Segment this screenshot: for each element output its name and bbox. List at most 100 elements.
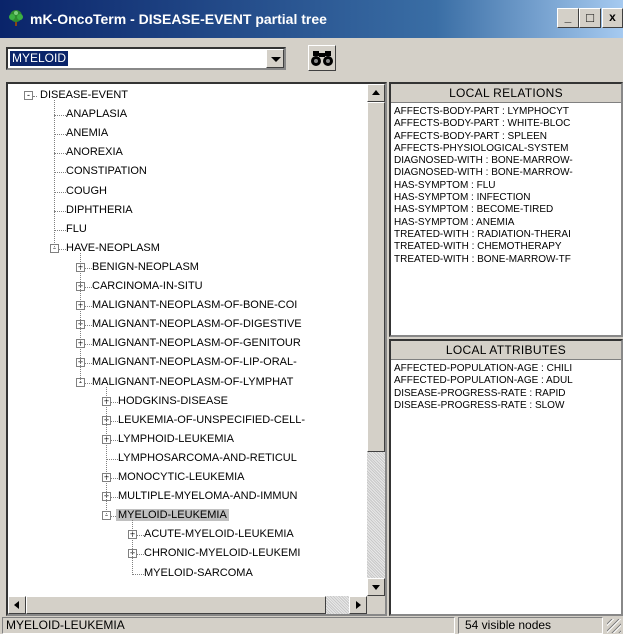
tree-node[interactable]: MALIGNANT-NEOPLASM-OF-LYMPHAT [90, 373, 295, 392]
local-relations-header: LOCAL RELATIONS [391, 84, 621, 103]
relations-item[interactable]: HAS-SYMPTOM : ANEMIA [394, 217, 573, 229]
tree-node[interactable]: FLU [64, 220, 89, 239]
maximize-icon: □ [586, 10, 594, 25]
status-selected-node: MYELOID-LEUKEMIA [2, 617, 455, 634]
tree-icon [9, 10, 23, 26]
hscroll-thumb[interactable] [26, 596, 326, 614]
tree-vertical-scrollbar[interactable] [367, 84, 385, 596]
local-relations-list[interactable]: AFFECTS-BODY-PART : LYMPHOCYT AFFECTS-BOD… [394, 106, 573, 266]
local-relations-panel: LOCAL RELATIONS AFFECTS-BODY-PART : LYMP… [389, 82, 623, 337]
attributes-item[interactable]: AFFECTED-POPULATION-AGE : CHILI [394, 363, 573, 375]
tree-node-label: COUGH [66, 184, 107, 197]
tree-node[interactable]: LYMPHOID-LEUKEMIA [116, 430, 236, 449]
local-attributes-list[interactable]: AFFECTED-POPULATION-AGE : CHILI AFFECTED-… [394, 363, 573, 412]
tree-node[interactable]: MYELOID-SARCOMA [142, 564, 255, 583]
relations-item[interactable]: HAS-SYMPTOM : FLU [394, 180, 573, 192]
minimize-button[interactable]: _ [557, 8, 579, 28]
tree-node-label: ANOREXIA [66, 146, 123, 159]
relations-item[interactable]: HAS-SYMPTOM : INFECTION [394, 192, 573, 204]
tree-node[interactable]: BENIGN-NEOPLASM [90, 258, 201, 277]
tree-node[interactable]: MULTIPLE-MYELOMA-AND-IMMUN [116, 487, 299, 506]
chevron-down-icon[interactable] [266, 49, 284, 68]
scroll-corner [367, 596, 385, 614]
binoculars-icon [311, 51, 333, 66]
tree-node-label: MALIGNANT-NEOPLASM-OF-BONE-COI [92, 299, 298, 312]
relations-item[interactable]: AFFECTS-BODY-PART : SPLEEN [394, 131, 573, 143]
tree-node[interactable]: CHRONIC-MYELOID-LEUKEMI [142, 544, 302, 563]
relations-item[interactable]: TREATED-WITH : BONE-MARROW-TF [394, 254, 573, 266]
tree-node[interactable]: MONOCYTIC-LEUKEMIA [116, 468, 247, 487]
tree-node-label: ACUTE-MYELOID-LEUKEMIA [144, 528, 294, 541]
toolbar: MYELOID [0, 38, 623, 82]
relations-item[interactable]: DIAGNOSED-WITH : BONE-MARROW- [394, 167, 573, 179]
tree-node[interactable]: ACUTE-MYELOID-LEUKEMIA [142, 525, 296, 544]
tree-node[interactable]: DIPHTHERIA [64, 201, 135, 220]
local-attributes-panel: LOCAL ATTRIBUTES AFFECTED-POPULATION-AGE… [389, 339, 623, 616]
tree-node[interactable]: CONSTIPATION [64, 162, 149, 181]
tree-node[interactable]: MALIGNANT-NEOPLASM-OF-DIGESTIVE [90, 315, 304, 334]
tree-node[interactable]: COUGH [64, 182, 109, 201]
relations-item[interactable]: AFFECTS-BODY-PART : WHITE-BLOC [394, 118, 573, 130]
tree-node-label: BENIGN-NEOPLASM [92, 260, 199, 273]
tree-node-label: MALIGNANT-NEOPLASM-OF-LYMPHAT [92, 375, 294, 388]
scroll-up-icon[interactable] [367, 84, 385, 102]
tree-connector [106, 386, 107, 517]
title-bar[interactable]: mK-OncoTerm - DISEASE-EVENT partial tree… [0, 0, 623, 38]
attributes-item[interactable]: DISEASE-PROGRESS-RATE : RAPID [394, 388, 573, 400]
relations-item[interactable]: AFFECTS-BODY-PART : LYMPHOCYT [394, 106, 573, 118]
tree-node-label: LEUKEMIA-OF-UNSPECIFIED-CELL- [118, 413, 306, 426]
close-button[interactable]: x [602, 8, 623, 28]
tree-horizontal-scrollbar[interactable] [8, 596, 367, 614]
scroll-left-icon[interactable] [8, 596, 26, 614]
local-attributes-header: LOCAL ATTRIBUTES [391, 341, 621, 360]
find-button[interactable] [308, 45, 336, 71]
disease-tree-view[interactable]: - DISEASE-EVENT ANAPLASIA ANEMIA ANOREXIA CON… [6, 82, 387, 616]
resize-grip-icon[interactable] [607, 619, 621, 633]
tree-node[interactable]: ANAPLASIA [64, 105, 129, 124]
tree-node[interactable]: LYMPHOSARCOMA-AND-RETICUL [116, 449, 299, 468]
attributes-item[interactable]: DISEASE-PROGRESS-RATE : SLOW [394, 400, 573, 412]
relations-item[interactable]: TREATED-WITH : RADIATION-THERAI [394, 229, 573, 241]
relations-item[interactable]: HAS-SYMPTOM : BECOME-TIRED [394, 204, 573, 216]
tree-list: - DISEASE-EVENT ANAPLASIA ANEMIA ANOREXIA CON… [8, 84, 367, 596]
tree-node[interactable]: MALIGNANT-NEOPLASM-OF-BONE-COI [90, 296, 299, 315]
tree-node[interactable]: MALIGNANT-NEOPLASM-OF-GENITOUR [90, 334, 303, 353]
tree-node-label: CONSTIPATION [66, 165, 147, 178]
tree-node[interactable]: LEUKEMIA-OF-UNSPECIFIED-CELL- [116, 411, 307, 430]
scroll-right-icon[interactable] [349, 596, 367, 614]
maximize-button[interactable]: □ [579, 8, 601, 28]
close-icon: x [609, 10, 616, 24]
scroll-thumb[interactable] [367, 102, 385, 452]
search-value[interactable]: MYELOID [10, 51, 69, 66]
tree-node-label: LYMPHOSARCOMA-AND-RETICUL [118, 451, 297, 464]
tree-node[interactable]: MALIGNANT-NEOPLASM-OF-LIP-ORAL- [90, 353, 299, 372]
relations-item[interactable]: TREATED-WITH : CHEMOTHERAPY [394, 241, 573, 253]
tree-node-label: DISEASE-EVENT [40, 89, 129, 101]
attributes-item[interactable]: AFFECTED-POPULATION-AGE : ADUL [394, 375, 573, 387]
search-combobox[interactable]: MYELOID [6, 47, 286, 70]
tree-node[interactable]: DISEASE-EVENT [38, 86, 130, 105]
status-visible-count: 54 visible nodes [458, 617, 603, 634]
tree-node-label: ANEMIA [66, 127, 109, 140]
tree-node-label: MONOCYTIC-LEUKEMIA [118, 471, 245, 483]
tree-node-label: MULTIPLE-MYELOMA-AND-IMMUN [118, 490, 298, 503]
tree-node[interactable]: HAVE-NEOPLASM [64, 239, 162, 258]
tree-connector [54, 100, 55, 249]
tree-node[interactable]: ANOREXIA [64, 143, 125, 162]
relations-item[interactable]: AFFECTS-PHYSIOLOGICAL-SYSTEM [394, 143, 573, 155]
tree-connector [80, 252, 81, 383]
tree-node-label: HAVE-NEOPLASM [66, 241, 160, 254]
tree-connector [33, 96, 37, 97]
tree-node-label: MALIGNANT-NEOPLASM-OF-LIP-ORAL- [92, 356, 297, 369]
tree-node[interactable]: HODGKINS-DISEASE [116, 392, 230, 411]
tree-node[interactable]: ANEMIA [64, 124, 110, 143]
scroll-down-icon[interactable] [367, 578, 385, 596]
tree-node-label: ANAPLASIA [66, 108, 128, 121]
collapse-icon[interactable]: - [24, 91, 33, 100]
tree-node-label: FLU [66, 222, 87, 235]
minimize-icon: _ [564, 10, 572, 24]
status-bar: MYELOID-LEUKEMIA 54 visible nodes [0, 616, 623, 634]
tree-node-label: MYELOID-SARCOMA [144, 566, 253, 579]
relations-item[interactable]: DIAGNOSED-WITH : BONE-MARROW- [394, 155, 573, 167]
tree-node[interactable]: CARCINOMA-IN-SITU [90, 277, 205, 296]
